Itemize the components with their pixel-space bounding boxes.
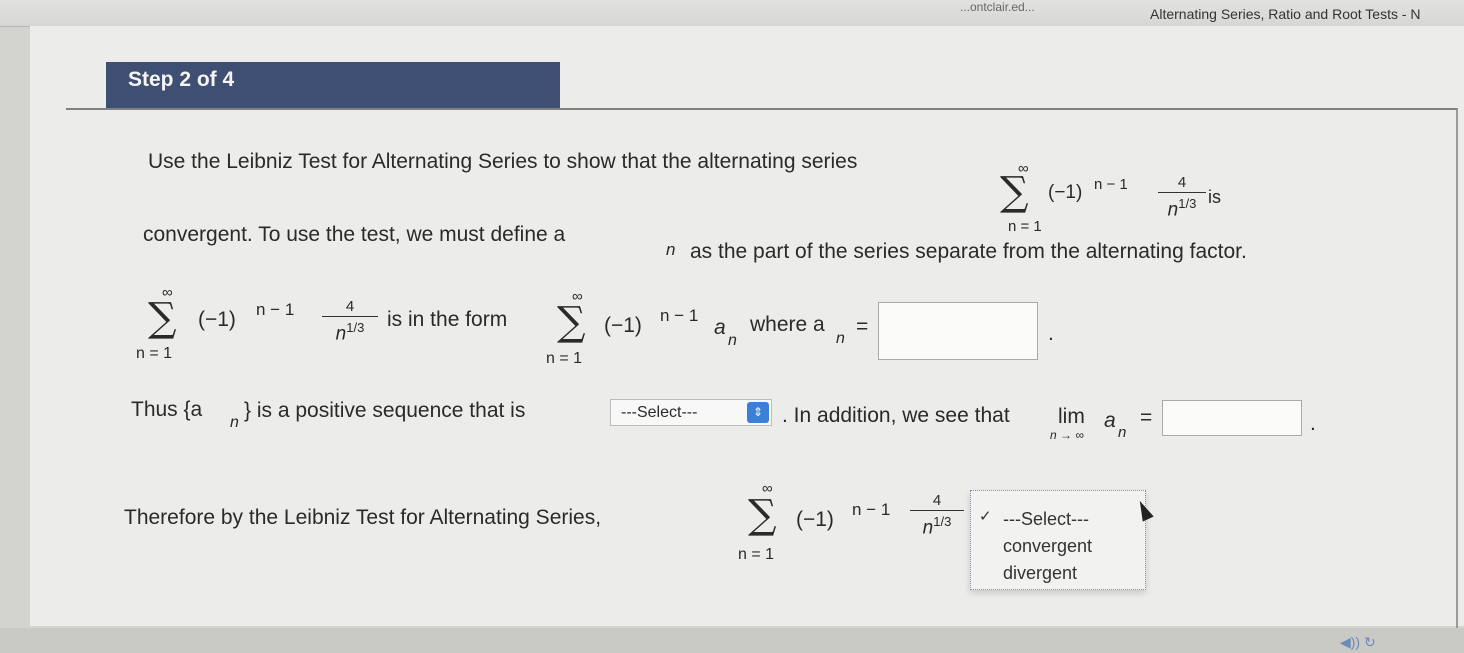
tab-title[interactable]: Alternating Series, Ratio and Root Tests… — [1150, 6, 1421, 22]
intro-sub-n: n — [666, 240, 676, 259]
bottom-bar — [0, 628, 1464, 653]
check-icon: ✓ — [979, 508, 992, 525]
a-term: a — [714, 316, 726, 339]
dropdown-option-divergent[interactable]: divergent — [1003, 563, 1077, 584]
intro-text-1: Use the Leibniz Test for Alternating Ser… — [148, 150, 858, 173]
fraction-2: 4 n1/3 — [322, 298, 378, 345]
lim-a-sub: n — [1118, 424, 1127, 441]
form-text: is in the form — [387, 308, 508, 331]
monotonic-select[interactable]: ---Select--- ⇕ — [610, 399, 772, 426]
dropdown-option-select[interactable]: ---Select--- — [1003, 509, 1089, 530]
sigma-3-lower: n = 1 — [546, 350, 583, 367]
speaker-icon[interactable]: ◀)) ↻ — [1340, 634, 1376, 651]
convergence-dropdown[interactable]: ✓ ---Select--- convergent divergent — [970, 490, 1146, 590]
lim-eq: = — [1140, 406, 1153, 429]
sign-term-3: (−1) — [604, 314, 642, 337]
period-2: . — [1310, 412, 1316, 435]
where-sub: n — [836, 330, 845, 347]
exponent-3: n − 1 — [660, 306, 699, 325]
exponent-4: n − 1 — [852, 500, 891, 519]
lim-sub: n → ∞ — [1050, 428, 1084, 442]
fraction-1-num: 4 — [1177, 174, 1187, 191]
sign-term-1: (−1) — [1048, 182, 1083, 203]
period-1: . — [1048, 322, 1054, 345]
fraction-2-num: 4 — [345, 298, 355, 315]
intro-is: is — [1208, 187, 1221, 207]
sigma-1: ∑ — [1000, 169, 1029, 215]
sigma-2-upper: ∞ — [162, 284, 173, 301]
sigma-2: ∑ — [148, 295, 177, 341]
thus-sub: n — [230, 414, 239, 431]
sigma-3-upper: ∞ — [572, 288, 583, 305]
exponent-1: n − 1 — [1094, 176, 1128, 193]
monotonic-select-value: ---Select--- — [621, 404, 698, 421]
positive-text: } is a positive sequence that is — [244, 399, 526, 422]
limit-input[interactable] — [1162, 400, 1302, 436]
sign-term-2: (−1) — [198, 308, 236, 331]
where-text: where a — [750, 313, 825, 336]
sigma-4: ∑ — [748, 492, 777, 538]
url-text: ...ontclair.ed... — [960, 0, 1035, 14]
dropdown-option-convergent[interactable]: convergent — [1003, 536, 1092, 557]
fraction-2-den: n1/3 — [335, 320, 365, 345]
exponent-2: n − 1 — [256, 300, 295, 319]
sigma-3: ∑ — [557, 299, 586, 345]
fraction-4: 4 n1/3 — [910, 492, 964, 539]
sigma-4-lower: n = 1 — [738, 546, 775, 563]
fraction-1-den: n1/3 — [1167, 196, 1197, 221]
where-eq: = — [856, 315, 869, 338]
sigma-2-lower: n = 1 — [136, 345, 173, 362]
lim-a: a — [1104, 409, 1116, 432]
fraction-1: 4 n1/3 — [1158, 174, 1206, 221]
sigma-4-upper: ∞ — [762, 480, 773, 497]
sign-term-4: (−1) — [796, 508, 834, 531]
fraction-4-den: n1/3 — [922, 514, 952, 539]
fraction-4-num: 4 — [932, 492, 942, 509]
a-term-sub: n — [728, 332, 737, 349]
thus-text: Thus {a — [131, 398, 203, 421]
an-input[interactable] — [878, 302, 1038, 360]
sigma-1-lower: n = 1 — [1008, 218, 1042, 235]
browser-top-bar: ...ontclair.ed... Alternating Series, Ra… — [0, 0, 1464, 27]
select-arrow-icon[interactable]: ⇕ — [747, 402, 769, 423]
step-label: Step 2 of 4 — [106, 62, 560, 110]
intro-text-2: convergent. To use the test, we must def… — [143, 223, 566, 246]
intro-text-3: as the part of the series separate from … — [690, 240, 1247, 263]
lim-text: lim — [1058, 405, 1085, 428]
therefore-text: Therefore by the Leibniz Test for Altern… — [124, 506, 602, 529]
addition-text: . In addition, we see that — [782, 404, 1010, 427]
sigma-1-upper: ∞ — [1018, 160, 1029, 177]
